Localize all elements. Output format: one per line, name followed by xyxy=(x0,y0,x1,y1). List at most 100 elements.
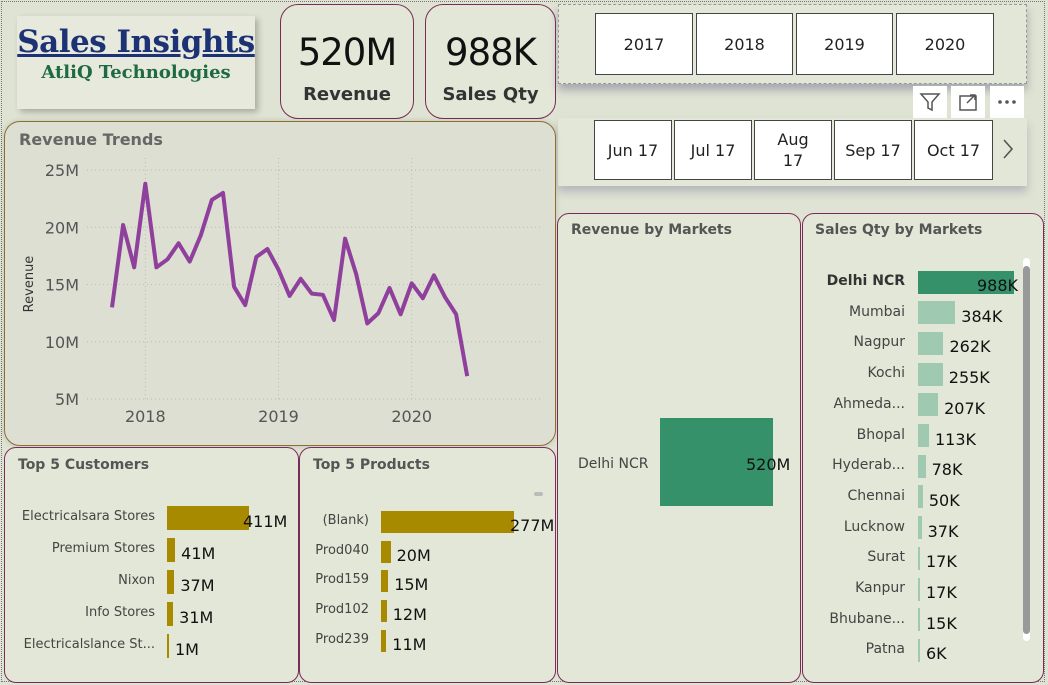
bar[interactable] xyxy=(918,485,923,509)
bar-value-label: 255K xyxy=(948,368,990,388)
month-oct17-button[interactable]: Oct 17 xyxy=(914,120,993,180)
month-aug17-button[interactable]: Aug 17 xyxy=(754,120,832,180)
app-subtitle: AtliQ Technologies xyxy=(41,62,231,83)
bar-category-label: Premium Stores xyxy=(51,541,155,556)
bar[interactable] xyxy=(167,506,249,530)
focus-mode-button[interactable] xyxy=(951,86,985,118)
filter-icon xyxy=(919,93,941,112)
bar[interactable] xyxy=(167,538,176,562)
bar-category-label: Prod159 xyxy=(315,572,369,588)
bar-category-label: Electricalsara Stores xyxy=(21,509,155,524)
x-tick-label: 2019 xyxy=(258,407,299,426)
bar-value-label: 41M xyxy=(181,544,216,563)
bar-category-label: Delhi NCR xyxy=(826,273,905,289)
month-jul17-button[interactable]: Jul 17 xyxy=(674,120,752,180)
bar-category-label: Ahmeda... xyxy=(833,395,905,412)
bar-value-label: 411M xyxy=(243,512,288,531)
revenue-by-markets-title: Revenue by Markets xyxy=(571,222,732,238)
bar[interactable] xyxy=(918,331,944,355)
bar-category-label: Chennai xyxy=(847,487,905,504)
bar[interactable] xyxy=(918,546,920,570)
revenue-kpi-value: 520M xyxy=(297,31,398,74)
more-options-icon xyxy=(998,100,1016,104)
bar[interactable] xyxy=(918,638,920,662)
scrollbar-track[interactable] xyxy=(1023,258,1030,641)
bar-category-label: Mumbai xyxy=(849,303,905,320)
app-title: Sales Insights xyxy=(17,24,255,60)
revenue-series-line[interactable] xyxy=(110,181,470,377)
focus-mode-icon xyxy=(959,94,977,111)
bar[interactable] xyxy=(918,577,920,601)
top-products-card: Top 5 Products (Blank) 277M Prod040 20M Prod… xyxy=(299,447,556,683)
bar-value-label: 15K xyxy=(926,613,957,633)
scrollbar-thumb[interactable] xyxy=(534,492,543,496)
bar[interactable] xyxy=(918,454,926,478)
year-2019-button[interactable]: 2019 xyxy=(796,13,893,75)
bar-category-label: Patna xyxy=(865,641,905,658)
year-2017-button[interactable]: 2017 xyxy=(595,13,693,75)
top-products-bars: (Blank) 277M Prod040 20M Prod159 15M Prod102 12… xyxy=(300,448,557,684)
bar-value-label: 37K xyxy=(927,521,959,541)
bar-category-label: Prod040 xyxy=(315,542,369,558)
bar[interactable] xyxy=(918,362,943,386)
revenue-kpi-card[interactable]: 520M Revenue xyxy=(280,4,414,119)
month-jun17-button[interactable]: Jun 17 xyxy=(594,120,672,180)
bar[interactable] xyxy=(918,301,956,325)
bar-category-label: Prod239 xyxy=(315,631,369,647)
bar-category-label: Info Stores xyxy=(85,605,155,620)
bar-category-label: Surat xyxy=(867,549,905,566)
bar-value-label: 988K xyxy=(977,276,1019,295)
bar-value-label: 15M xyxy=(394,575,429,595)
x-tick-label: 2018 xyxy=(125,407,166,426)
x-tick-label: 2020 xyxy=(391,407,432,426)
y-tick-label: 25M xyxy=(45,161,79,180)
revenue-market-value: 520M xyxy=(746,455,791,474)
bar[interactable] xyxy=(918,516,922,540)
bar-category-label: Kochi xyxy=(867,365,905,382)
bar[interactable] xyxy=(381,570,389,593)
month-sep17-button[interactable]: Sep 17 xyxy=(834,120,912,180)
bar-value-label: 31M xyxy=(179,608,214,627)
bar-value-label: 1M xyxy=(175,640,199,659)
revenue-trends-chart[interactable]: 5M 10M 15M 20M 25M 2018 2019 2020 Revenue xyxy=(5,122,557,447)
bar[interactable] xyxy=(381,629,387,652)
bar[interactable] xyxy=(918,393,939,417)
bar-value-label: 384K xyxy=(961,306,1003,326)
bar[interactable] xyxy=(381,600,387,623)
chevron-right-icon xyxy=(1003,139,1014,159)
bar[interactable] xyxy=(381,540,391,563)
market-category-label: Delhi NCR xyxy=(578,456,649,472)
bar-value-label: 37M xyxy=(180,576,215,595)
bar[interactable] xyxy=(381,511,514,533)
bar-category-label: Electricalslance St... xyxy=(23,637,155,652)
filter-button[interactable] xyxy=(913,86,947,118)
bar[interactable] xyxy=(918,424,929,447)
bar[interactable] xyxy=(167,602,174,626)
bar-category-label: Prod102 xyxy=(315,602,369,618)
bar[interactable] xyxy=(167,570,175,594)
revenue-by-markets-card: Revenue by Markets Delhi NCR 520M xyxy=(557,213,801,683)
title-box: Sales Insights AtliQ Technologies xyxy=(17,16,255,109)
y-tick-label: 10M xyxy=(45,333,79,352)
sales-qty-kpi-label: Sales Qty xyxy=(442,84,539,105)
year-slicer: 2017 2018 2019 2020 xyxy=(558,4,1027,84)
bar-value-label: 20M xyxy=(396,545,431,565)
year-2020-button[interactable]: 2020 xyxy=(896,13,994,75)
bar-value-label: 262K xyxy=(949,337,991,357)
next-page-button[interactable] xyxy=(998,134,1018,164)
y-tick-label: 20M xyxy=(45,218,79,237)
y-tick-label: 5M xyxy=(55,390,79,409)
sales-qty-kpi-card[interactable]: 988K Sales Qty xyxy=(425,4,556,119)
bar[interactable] xyxy=(167,634,169,658)
bar-category-label: Nagpur xyxy=(853,334,905,351)
scrollbar-thumb[interactable] xyxy=(1023,266,1030,634)
year-2018-button[interactable]: 2018 xyxy=(696,13,793,75)
top-customers-card: Top 5 Customers Electricalsara Stores 411… xyxy=(4,447,299,683)
revenue-kpi-label: Revenue xyxy=(303,84,391,105)
bar-value-label: 50K xyxy=(928,490,960,510)
bar-category-label: (Blank) xyxy=(322,513,369,528)
y-tick-label: 15M xyxy=(45,276,79,295)
bar[interactable] xyxy=(918,608,920,632)
more-options-button[interactable] xyxy=(990,86,1024,118)
bar-value-label: 17K xyxy=(926,552,957,572)
